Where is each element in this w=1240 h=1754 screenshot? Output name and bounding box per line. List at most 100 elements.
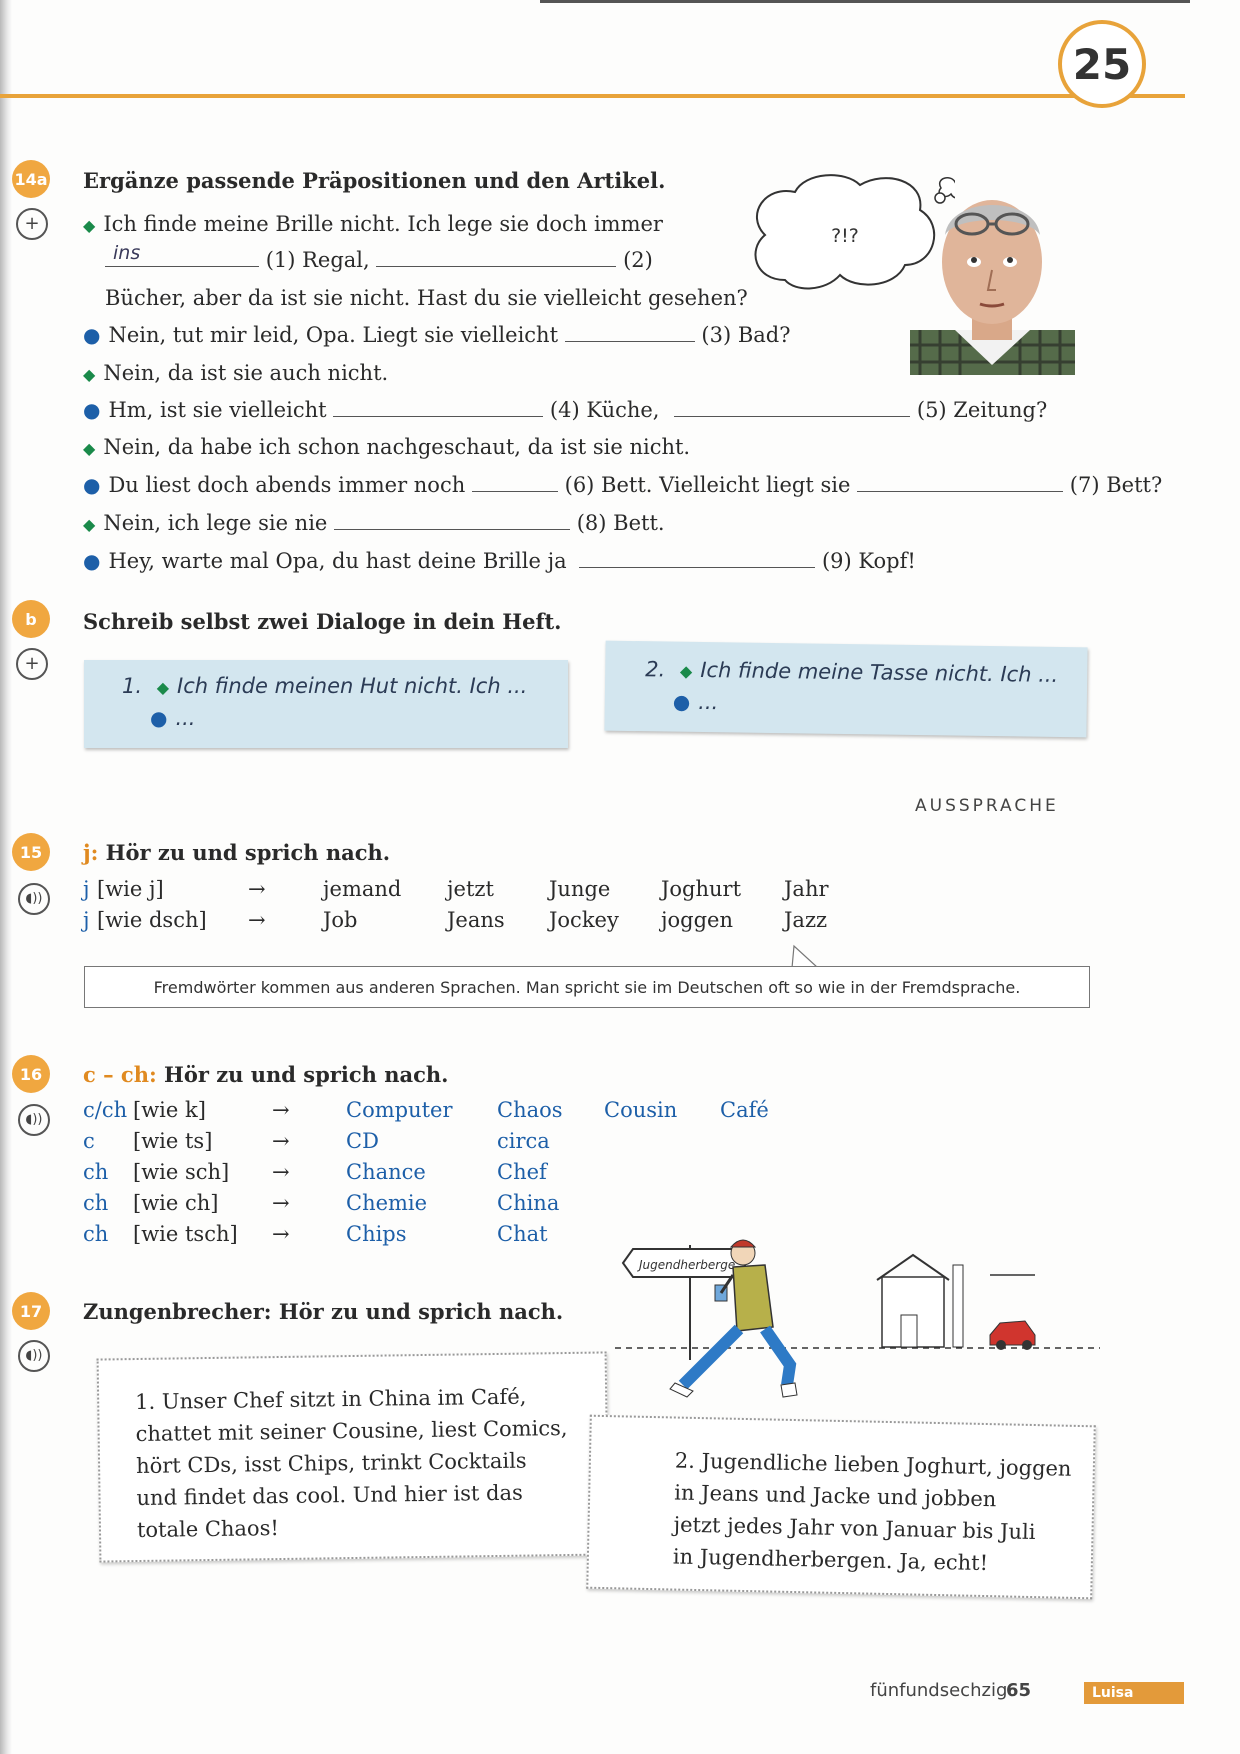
arrow-icon: →: [272, 1160, 290, 1184]
audio-icon[interactable]: ◖)): [18, 1104, 50, 1136]
example-word: Joghurt: [661, 877, 742, 901]
exercise-badge-17: 17: [12, 1292, 50, 1330]
section-label: AUSSPRACHE: [915, 796, 1059, 816]
letter: ch: [83, 1160, 109, 1184]
exercise-badge-14a: 14a: [12, 160, 50, 198]
diamond-bullet-icon: ◆: [156, 678, 170, 697]
tongue-twister-card-1: 1. Unser Chef sitzt in China im Café, ch…: [96, 1351, 610, 1563]
answer-blank-4[interactable]: [333, 398, 544, 417]
example-word: Chat: [497, 1222, 548, 1246]
answer-blank-2[interactable]: [376, 248, 617, 267]
dialog-line: ● Hm, ist sie vielleicht (4) Küche, (5) Z…: [83, 398, 1048, 422]
example-word: Jockey: [549, 908, 619, 932]
tongue-twister-text: 2. Jugendliche lieben Joghurt, joggen in…: [672, 1448, 1072, 1576]
answer-blank-7[interactable]: [857, 473, 1064, 492]
dialog-line: ● Nein, tut mir leid, Opa. Liegt sie viel…: [83, 323, 791, 347]
exercise-badge-b: b: [12, 600, 50, 638]
audio-icon[interactable]: ◖)): [18, 1340, 50, 1372]
dialog-line: ◆ Ich finde meine Brille nicht. Ich lege …: [83, 212, 663, 236]
sound: [wie j]: [97, 877, 164, 901]
sign-text: Jugendherberge: [637, 1258, 735, 1272]
arrow-icon: →: [248, 877, 266, 901]
dialog-line: ● Hey, warte mal Opa, du hast deine Brill…: [83, 549, 916, 573]
example-word: Jazz: [784, 908, 828, 932]
page-number-word: fünfundsechzig: [870, 1680, 1008, 1701]
plus-circle-icon[interactable]: +: [16, 208, 48, 240]
sound: [wie ch]: [133, 1191, 219, 1215]
example-word: Cousin: [604, 1098, 678, 1122]
dialog-line: Bücher, aber da ist sie nicht. Hast du s…: [105, 286, 748, 310]
answer-blank-9[interactable]: [579, 549, 816, 568]
circle-bullet-icon: ●: [83, 398, 101, 422]
example-word: circa: [497, 1129, 550, 1153]
diamond-bullet-icon: ◆: [83, 515, 96, 534]
arrow-icon: →: [272, 1129, 290, 1153]
note-card-1: 1. ◆ Ich finde meinen Hut nicht. Ich ... …: [84, 660, 568, 748]
example-word: Jahr: [784, 877, 829, 901]
example-word: Chef: [497, 1160, 547, 1184]
dialog-line: ins (1) Regal, (2): [105, 242, 653, 272]
note-line: ●...: [150, 706, 196, 730]
example-word: CD: [346, 1129, 379, 1153]
exercise-badge-15: 15: [12, 833, 50, 871]
example-word: Chance: [346, 1160, 426, 1184]
audio-icon[interactable]: ◖)): [18, 883, 50, 915]
chapter-number: 25: [1058, 20, 1146, 108]
answer-blank-3[interactable]: [564, 323, 695, 342]
answer-blank-1[interactable]: ins: [105, 242, 259, 267]
dialog-line: ◆ Nein, da habe ich schon nachgeschaut, d…: [83, 435, 691, 459]
diamond-bullet-icon: ◆: [83, 216, 96, 235]
circle-bullet-icon: ●: [83, 323, 101, 347]
sound: [wie sch]: [133, 1160, 230, 1184]
dialog-line: ◆ Nein, ich lege sie nie (8) Bett.: [83, 511, 665, 535]
circle-bullet-icon: ●: [150, 706, 168, 730]
sound: [wie tsch]: [133, 1222, 238, 1246]
exercise-title: Zungenbrecher: Hör zu und sprich nach.: [83, 1299, 564, 1324]
note-line: 2. ◆ Ich finde meine Tasse nicht. Ich ...: [645, 657, 1059, 687]
note-line: ●...: [672, 689, 719, 715]
plus-circle-icon[interactable]: +: [16, 648, 48, 680]
exercise-title: Ergänze passende Präpositionen und den A…: [83, 168, 666, 193]
example-word: jetzt: [447, 877, 494, 901]
answer-blank-8[interactable]: [334, 511, 571, 530]
callout-pointer: [791, 944, 819, 968]
note-line: 1. ◆ Ich finde meinen Hut nicht. Ich ...: [122, 674, 528, 698]
chapter-tab: Luisa: [1084, 1682, 1184, 1704]
example-word: Café: [720, 1098, 769, 1122]
thought-text: ?!?: [831, 225, 859, 247]
answer-blank-5[interactable]: [674, 398, 911, 417]
exercise-badge-16: 16: [12, 1055, 50, 1093]
exercise-title: c – ch: Hör zu und sprich nach.: [83, 1062, 449, 1087]
top-rule: [540, 0, 1190, 3]
circle-bullet-icon: ●: [83, 473, 101, 497]
diamond-bullet-icon: ◆: [83, 365, 96, 384]
example-word: Chaos: [497, 1098, 563, 1122]
answer-blank-6[interactable]: [471, 473, 558, 492]
diamond-bullet-icon: ◆: [679, 661, 693, 681]
sound: [wie dsch]: [97, 908, 207, 932]
example-word: Job: [323, 908, 358, 932]
page-number: 65: [1006, 1680, 1032, 1701]
grandpa-photo: [910, 200, 1075, 375]
letter: c: [83, 1129, 95, 1153]
arrow-icon: →: [272, 1222, 290, 1246]
note-card-2: 2. ◆ Ich finde meine Tasse nicht. Ich ...…: [604, 640, 1088, 738]
example-word: Chemie: [346, 1191, 428, 1215]
page-binding-shadow: [0, 0, 12, 1754]
example-word: Chips: [346, 1222, 407, 1246]
header-rule: [0, 94, 1185, 98]
circle-bullet-icon: ●: [672, 689, 691, 714]
letter: c/ch: [83, 1098, 128, 1122]
example-word: Jeans: [447, 908, 505, 932]
letter: ch: [83, 1191, 109, 1215]
circle-bullet-icon: ●: [83, 549, 101, 573]
arrow-icon: →: [272, 1098, 290, 1122]
info-box: Fremdwörter kommen aus anderen Sprachen.…: [84, 966, 1090, 1008]
tongue-twister-card-2: 2. Jugendliche lieben Joghurt, joggen in…: [586, 1414, 1096, 1600]
dialog-line: ● Du liest doch abends immer noch (6) Bet…: [83, 473, 1163, 497]
arrow-icon: →: [248, 908, 266, 932]
example-word: Junge: [549, 877, 611, 901]
letter: j: [83, 877, 90, 901]
letter: ch: [83, 1222, 109, 1246]
example-word: jemand: [323, 877, 402, 901]
